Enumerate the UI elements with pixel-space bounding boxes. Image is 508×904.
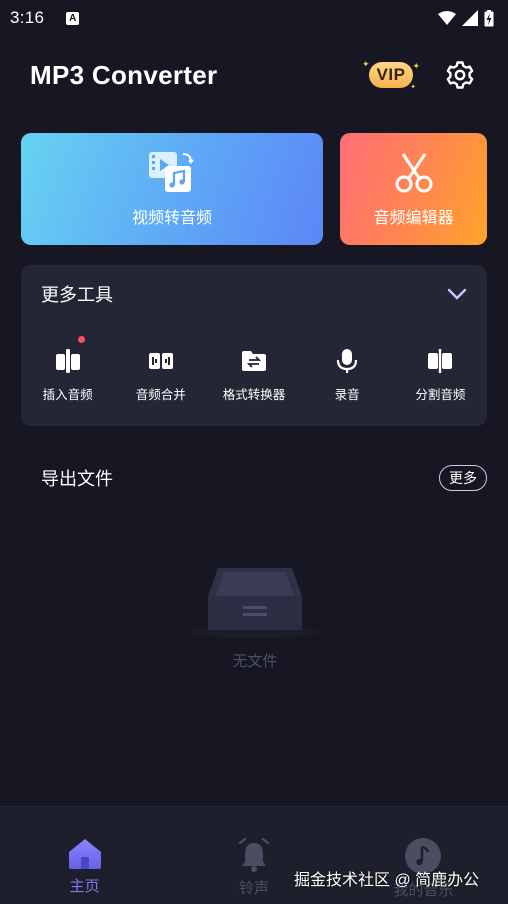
tool-split-audio[interactable]: 分割音频 <box>394 347 487 403</box>
battery-icon <box>484 9 494 26</box>
video-to-audio-card[interactable]: 视频转音频 <box>21 133 323 245</box>
audio-editor-card[interactable]: 音频编辑器 <box>340 133 487 245</box>
bell-icon <box>238 837 270 872</box>
watermark-text: 掘金技术社区 @ 简鹿办公 <box>294 872 480 889</box>
app-header: MP3 Converter ✦ VIP ✦ ✦ <box>0 50 508 100</box>
audio-editor-label: 音频编辑器 <box>373 210 454 227</box>
settings-button[interactable] <box>442 57 478 93</box>
home-icon <box>68 839 101 869</box>
export-files-header: 导出文件 更多 <box>41 462 487 494</box>
new-badge-dot <box>78 336 85 343</box>
tools-row: 插入音频 音频合并 格式转换器 录音 分割音频 <box>21 336 487 403</box>
status-bar: 3:16 A <box>0 0 508 36</box>
nav-home[interactable]: 主页 <box>0 807 169 904</box>
nav-home-label: 主页 <box>69 878 100 895</box>
export-files-title: 导出文件 <box>41 469 113 489</box>
more-tools-header[interactable]: 更多工具 <box>41 282 467 306</box>
empty-label: 无文件 <box>232 653 278 670</box>
tool-format-convert[interactable]: 格式转换器 <box>207 347 300 403</box>
signal-icon <box>462 10 478 26</box>
tool-merge-audio[interactable]: 音频合并 <box>114 347 207 403</box>
chevron-down-icon[interactable] <box>447 288 467 300</box>
insert-audio-icon <box>54 347 82 375</box>
more-tools-panel: 更多工具 插入音频 音频合并 格式转换器 录音 分割音频 <box>21 265 487 426</box>
video-to-audio-icon <box>149 152 194 192</box>
more-files-button[interactable]: 更多 <box>439 465 487 491</box>
empty-tray-icon <box>193 568 317 638</box>
empty-state: 无文件 <box>180 560 330 680</box>
tool-label: 插入音频 <box>42 388 93 402</box>
notification-a-icon: A <box>66 11 80 25</box>
video-to-audio-label: 视频转音频 <box>131 210 212 227</box>
app-title: MP3 Converter <box>30 59 218 90</box>
split-audio-icon <box>426 347 454 375</box>
merge-audio-icon <box>147 347 175 375</box>
status-icons <box>438 9 494 27</box>
vip-badge: VIP <box>368 62 414 88</box>
tool-label: 音频合并 <box>135 388 186 402</box>
gear-icon <box>446 61 474 89</box>
tool-insert-audio[interactable]: 插入音频 <box>21 336 114 403</box>
sparkle-icon: ✦ <box>410 84 416 91</box>
tool-label: 格式转换器 <box>222 388 286 402</box>
sparkle-icon: ✦ <box>362 59 370 69</box>
microphone-icon <box>333 347 361 375</box>
tool-label: 录音 <box>334 388 360 402</box>
scissors-icon <box>395 153 432 193</box>
sparkle-icon: ✦ <box>412 61 420 71</box>
vip-button[interactable]: ✦ VIP ✦ ✦ <box>360 55 422 95</box>
format-convert-icon <box>240 347 268 375</box>
tool-label: 分割音频 <box>415 388 466 402</box>
more-tools-title: 更多工具 <box>41 285 113 305</box>
status-time: 3:16 <box>10 8 45 27</box>
wifi-icon <box>438 11 456 25</box>
nav-ringtones-label: 铃声 <box>238 880 269 897</box>
tool-record[interactable]: 录音 <box>301 347 394 403</box>
